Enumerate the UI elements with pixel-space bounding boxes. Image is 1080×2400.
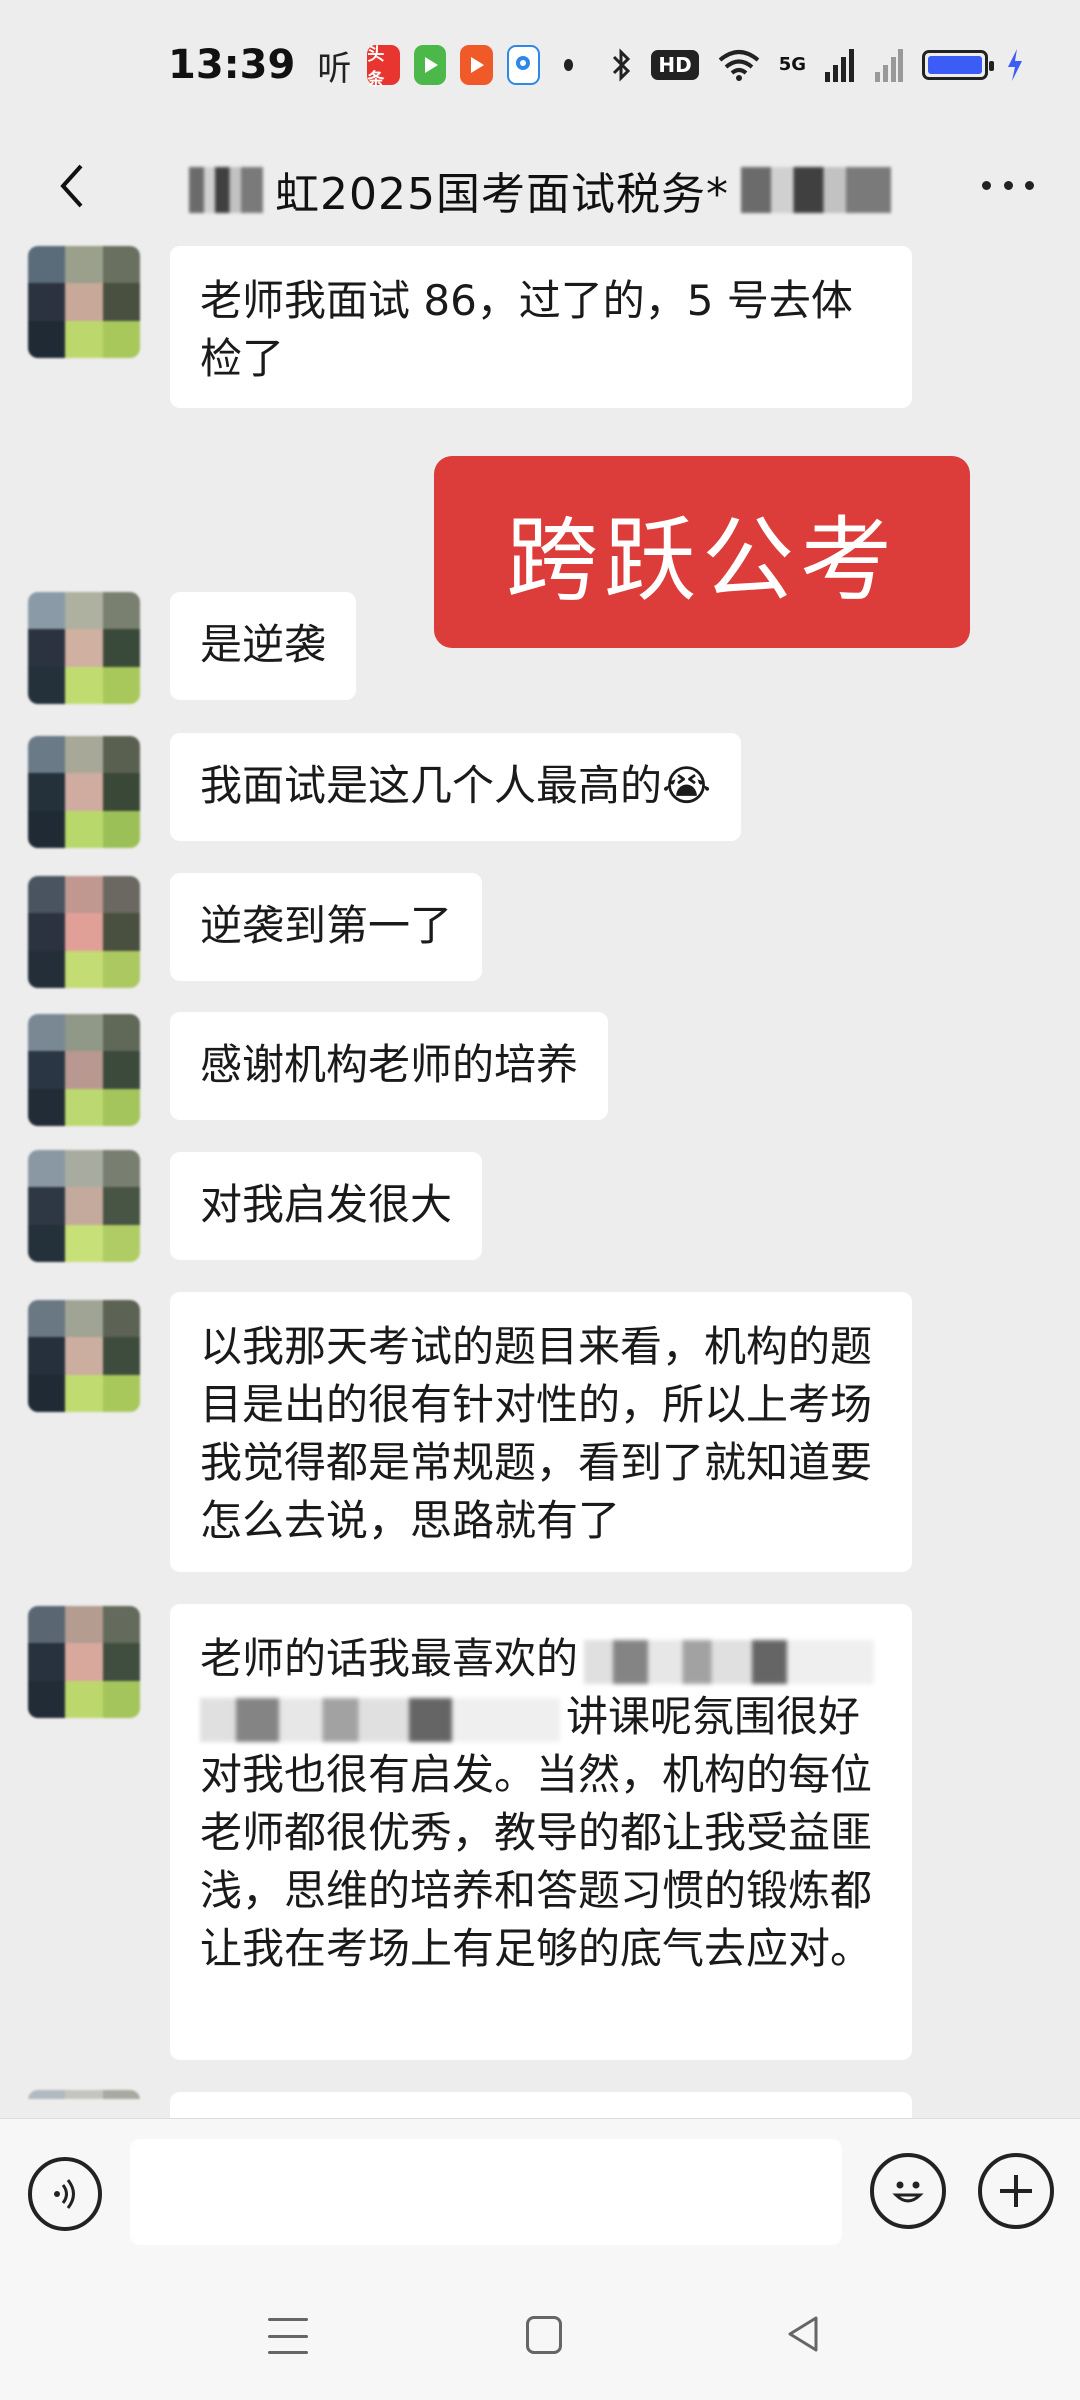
brand-banner: 跨跃公考 bbox=[434, 456, 970, 648]
back-triangle-icon[interactable] bbox=[784, 2314, 824, 2354]
avatar[interactable] bbox=[28, 1150, 140, 1262]
ting-label: 听 bbox=[317, 48, 352, 89]
message-text: 逆袭到第一了 bbox=[200, 901, 453, 950]
home-icon[interactable] bbox=[526, 2316, 562, 2354]
game-app-icon bbox=[413, 45, 447, 85]
message-line: 老师的话我最喜欢的 bbox=[200, 1630, 882, 1688]
avatar[interactable] bbox=[28, 1300, 140, 1412]
menu-icon[interactable] bbox=[268, 2318, 308, 2354]
more-dot bbox=[982, 180, 991, 190]
message-bubble-partial[interactable] bbox=[170, 2092, 912, 2118]
redacted-title-prefix bbox=[189, 167, 263, 213]
redacted-text bbox=[200, 1697, 560, 1742]
plus-icon bbox=[1000, 2175, 1032, 2207]
status-time: 13:39 bbox=[168, 42, 296, 88]
bluetooth-icon bbox=[613, 48, 631, 82]
battery-icon bbox=[922, 50, 995, 80]
location-app-icon bbox=[506, 45, 540, 85]
signal-2-icon bbox=[875, 49, 904, 82]
message-text: 是逆袭 bbox=[200, 620, 327, 669]
chevron-left-icon bbox=[60, 164, 83, 208]
toutiao-icon: 头条 bbox=[367, 45, 400, 90]
video-app-icon bbox=[460, 45, 493, 85]
avatar[interactable] bbox=[28, 2090, 140, 2118]
message-bubble[interactable]: 老师我面试 86，过了的，5 号去体检了 bbox=[170, 246, 912, 408]
redacted-text bbox=[584, 1639, 875, 1684]
more-dot bbox=[1003, 180, 1013, 190]
avatar[interactable] bbox=[28, 876, 140, 988]
avatar[interactable] bbox=[28, 1606, 140, 1718]
system-nav-bar bbox=[0, 2278, 1080, 2400]
message-line: 讲课呢氛围很好 bbox=[200, 1688, 882, 1746]
message-text: 对我启发很大 bbox=[200, 1180, 453, 1229]
network-type: 5G bbox=[778, 54, 807, 75]
message-bubble[interactable]: 对我启发很大 bbox=[170, 1152, 483, 1260]
message-input[interactable] bbox=[130, 2139, 842, 2245]
signal-icon bbox=[825, 49, 855, 82]
chat-title-area: 虹2025国考面试税务* bbox=[180, 158, 900, 222]
more-button[interactable] bbox=[970, 160, 1046, 210]
avatar[interactable] bbox=[28, 1014, 140, 1126]
message-text: 我面试是这几个人最高的😭 bbox=[200, 761, 712, 810]
back-button[interactable] bbox=[40, 154, 104, 218]
chat-header: 虹2025国考面试税务* bbox=[0, 130, 1080, 240]
avatar[interactable] bbox=[28, 592, 140, 704]
message-bubble[interactable]: 是逆袭 bbox=[170, 592, 357, 700]
hd-icon: HD bbox=[651, 50, 699, 80]
voice-button[interactable] bbox=[28, 2157, 102, 2231]
wifi-icon bbox=[718, 50, 759, 81]
more-dot bbox=[1025, 180, 1034, 190]
message-bubble[interactable]: 我面试是这几个人最高的😭 bbox=[170, 733, 742, 841]
voice-icon bbox=[54, 2179, 75, 2209]
emoji-icon bbox=[892, 2181, 924, 2203]
avatar[interactable] bbox=[28, 246, 140, 358]
message-text: 老师我面试 86，过了的，5 号去体检了 bbox=[200, 276, 853, 383]
message-text: 对我也很有启发。当然，机构的每位老师都很优秀，教导的都让我受益匪浅，思维的培养和… bbox=[200, 1750, 873, 1973]
message-text: 讲课呢氛围很好 bbox=[566, 1692, 861, 1741]
message-text: 感谢机构老师的培养 bbox=[200, 1040, 579, 1089]
message-bubble[interactable]: 老师的话我最喜欢的 讲课呢氛围很好 对我也很有启发。当然，机构的每位老师都很优秀… bbox=[170, 1604, 912, 2060]
status-right-icons: HD 5G bbox=[611, 47, 1024, 83]
avatar[interactable] bbox=[28, 736, 140, 848]
charging-icon bbox=[1008, 49, 1023, 81]
more-options-button[interactable] bbox=[978, 2153, 1054, 2229]
emoji-button[interactable] bbox=[870, 2153, 946, 2229]
message-text: 老师的话我最喜欢的 bbox=[200, 1634, 579, 1683]
redacted-title-suffix bbox=[740, 167, 891, 213]
message-bubble[interactable]: 逆袭到第一了 bbox=[170, 873, 483, 981]
message-text: 以我那天考试的题目来看，机构的题目是出的很有针对性的，所以上考场我觉得都是常规题… bbox=[200, 1322, 873, 1545]
chat-title: 虹2025国考面试税务* bbox=[275, 169, 729, 220]
chat-input-bar bbox=[0, 2118, 1080, 2278]
message-bubble[interactable]: 感谢机构老师的培养 bbox=[170, 1012, 609, 1120]
status-bar: 13:39 听 头条 HD 5G bbox=[0, 0, 1080, 130]
notification-dot bbox=[563, 59, 574, 71]
message-bubble[interactable]: 以我那天考试的题目来看，机构的题目是出的很有针对性的，所以上考场我觉得都是常规题… bbox=[170, 1292, 912, 1572]
